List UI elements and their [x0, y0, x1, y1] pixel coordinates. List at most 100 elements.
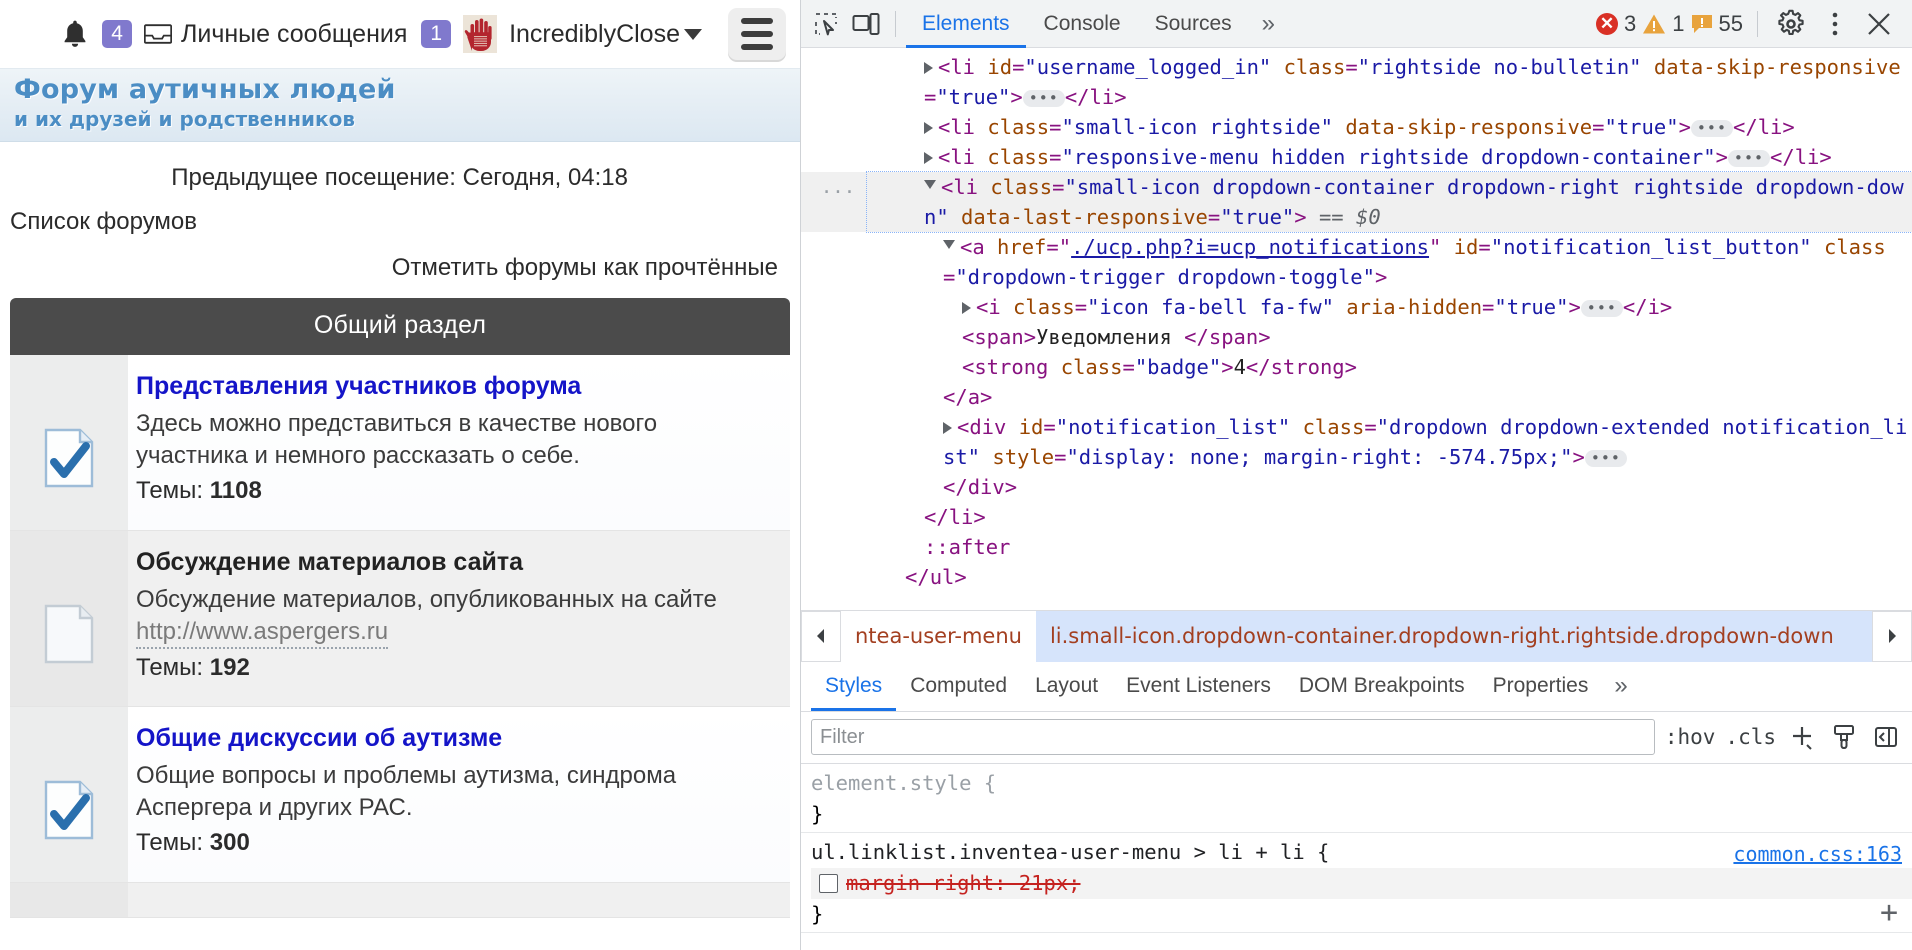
forum-row[interactable]: Представления участников форума Здесь мо…	[10, 355, 790, 531]
collapsed-children-icon[interactable]: •••	[1584, 449, 1627, 467]
forum-row[interactable]: Общие дискуссии об аутизме Общие вопросы…	[10, 707, 790, 883]
declaration-text[interactable]: margin-right: 21px;	[846, 868, 1081, 899]
style-rule[interactable]: ul.linklist.inventea-user-menu > li + li…	[801, 833, 1912, 933]
dom-tree-line[interactable]: <li class="responsive-menu hidden rights…	[801, 142, 1912, 172]
forum-title-link[interactable]: Представления участников форума	[136, 371, 774, 402]
expand-triangle-icon[interactable]	[924, 62, 933, 74]
dom-tree-line[interactable]: ... <li class="small-icon dropdown-contai…	[801, 171, 1912, 233]
tab-elements[interactable]: Elements	[906, 0, 1026, 48]
devtools-tabs: Elements Console Sources »	[906, 0, 1287, 48]
breadcrumb-item[interactable]: ntea-user-menu	[841, 610, 1036, 662]
dom-tree-line[interactable]: </div>	[801, 472, 1912, 502]
forum-row[interactable]	[10, 883, 790, 918]
dom-tree-line[interactable]: <span>Уведомления </span>	[801, 322, 1912, 352]
styles-filter-bar: :hov .cls	[801, 711, 1912, 764]
add-declaration-icon[interactable]: +	[1880, 897, 1898, 928]
sidebar-tab-styles[interactable]: Styles	[811, 661, 896, 711]
dom-tree-line[interactable]: <strong class="badge">4</strong>	[801, 352, 1912, 382]
forum-external-url[interactable]: http://www.aspergers.ru	[136, 616, 389, 650]
chevron-down-icon[interactable]	[684, 28, 702, 40]
expand-triangle-icon[interactable]	[962, 302, 971, 314]
collapsed-children-icon[interactable]: •••	[1727, 149, 1771, 167]
collapsed-children-icon[interactable]: •••	[1690, 119, 1733, 137]
style-rule[interactable]: element.style {}	[801, 764, 1912, 833]
tab-console[interactable]: Console	[1028, 0, 1137, 48]
declaration-enable-checkbox[interactable]	[819, 873, 838, 893]
dom-tree-line[interactable]: <li class="small-icon rightside" data-sk…	[801, 112, 1912, 142]
dom-tree-line[interactable]: <a href="./ucp.php?i=ucp_notifications" …	[801, 232, 1912, 292]
toggle-sidebar-icon[interactable]	[1870, 721, 1902, 753]
breadcrumb[interactable]: Список форумов	[0, 192, 800, 236]
styles-filter-input[interactable]	[811, 719, 1655, 755]
cls-toggle[interactable]: .cls	[1725, 725, 1776, 749]
expand-triangle-icon[interactable]	[943, 422, 952, 434]
more-vertical-icon[interactable]	[1816, 5, 1854, 43]
forum-icon	[10, 883, 128, 917]
styles-pane[interactable]: element.style {} ul.linklist.inventea-use…	[801, 763, 1912, 950]
dom-tree[interactable]: <li id="username_logged_in" class="right…	[801, 48, 1912, 610]
sidebar-tab-properties[interactable]: Properties	[1479, 661, 1603, 711]
chevrons-right-icon[interactable]: »	[1250, 10, 1287, 38]
code-token: >	[1568, 295, 1581, 319]
pseudo-element[interactable]: ::after	[924, 535, 1010, 559]
username-label[interactable]: IncrediblyClose	[509, 20, 680, 49]
device-toolbar-icon[interactable]	[847, 5, 885, 43]
style-source-link[interactable]: common.css:163	[1733, 839, 1902, 870]
code-token: id	[1453, 235, 1479, 259]
collapse-triangle-icon[interactable]	[924, 179, 936, 195]
sidebar-tab-computed[interactable]: Computed	[896, 661, 1021, 711]
info-count[interactable]: 55	[1691, 11, 1743, 37]
chevrons-right-icon[interactable]: »	[1602, 672, 1639, 700]
dom-tree-line[interactable]: ::after	[801, 532, 1912, 562]
dom-tree-line[interactable]: </a>	[801, 382, 1912, 412]
notifications-badge[interactable]: 4	[102, 19, 132, 49]
code-token: >	[1344, 355, 1357, 379]
forum-row[interactable]: Обсуждение материалов сайта Обсуждение м…	[10, 531, 790, 707]
forum-title-link[interactable]: Общие дискуссии об аутизме	[136, 723, 774, 754]
inspect-element-icon[interactable]	[807, 5, 845, 43]
code-token: div	[967, 475, 1005, 499]
forum-title[interactable]: Обсуждение материалов сайта	[136, 547, 774, 578]
code-token: <	[960, 235, 973, 259]
tab-sources[interactable]: Sources	[1139, 0, 1248, 48]
code-token: "true"	[936, 85, 1011, 109]
sidebar-tab-layout[interactable]: Layout	[1021, 661, 1112, 711]
style-rule-selector[interactable]: element.style {	[811, 768, 1912, 799]
dom-tree-line[interactable]: </ul>	[801, 562, 1912, 592]
plus-new-style-rule-icon[interactable]	[1786, 721, 1818, 753]
style-declaration[interactable]: margin-right: 21px;	[811, 867, 1912, 899]
forum-topics: Темы: 192	[136, 654, 774, 682]
site-banner[interactable]: Форум аутичных людей и их друзей и родст…	[0, 68, 800, 142]
error-count[interactable]: ✕ 3	[1596, 11, 1636, 37]
collapsed-children-icon[interactable]: •••	[1580, 299, 1623, 317]
dom-line-code: <li id="username_logged_in" class="right…	[867, 52, 1912, 112]
collapsed-children-icon[interactable]: •••	[1022, 89, 1065, 107]
dom-tree-line[interactable]: </li>	[801, 502, 1912, 532]
hov-toggle[interactable]: :hov	[1665, 725, 1716, 749]
private-messages-badge[interactable]: 1	[421, 19, 452, 49]
issue-counters: ✕ 3 1 55	[1596, 5, 1902, 43]
avatar[interactable]	[463, 15, 498, 53]
collapse-triangle-icon[interactable]	[943, 239, 955, 255]
dom-line-code: <div id="notification_list" class="dropd…	[867, 412, 1912, 472]
sidebar-tab-event-listeners[interactable]: Event Listeners	[1112, 661, 1285, 711]
expand-triangle-icon[interactable]	[924, 152, 933, 164]
bell-icon[interactable]	[62, 19, 88, 49]
sidebar-tab-dom-breakpoints[interactable]: DOM Breakpoints	[1285, 661, 1479, 711]
hamburger-menu-icon[interactable]	[728, 8, 786, 60]
close-icon[interactable]	[1860, 5, 1898, 43]
expand-triangle-icon[interactable]	[924, 122, 933, 134]
chevron-right-icon[interactable]	[1872, 610, 1912, 662]
dom-tree-line[interactable]: <li id="username_logged_in" class="right…	[801, 52, 1912, 112]
dom-tree-line[interactable]: <i class="icon fa-bell fa-fw" aria-hidde…	[801, 292, 1912, 322]
dom-line-code: <li class="responsive-menu hidden rights…	[867, 142, 1832, 172]
warning-count[interactable]: 1	[1642, 11, 1685, 37]
breadcrumb-item-selected[interactable]: li.small-icon.dropdown-container.dropdow…	[1035, 610, 1848, 662]
breadcrumb-scroller[interactable]: ntea-user-menu li.small-icon.dropdown-co…	[841, 610, 1872, 662]
mark-forums-read-link[interactable]: Отметить форумы как прочтённые	[0, 236, 800, 282]
gear-icon[interactable]	[1772, 5, 1810, 43]
chevron-left-icon[interactable]	[801, 610, 841, 662]
private-messages-link[interactable]: Личные сообщения	[143, 20, 407, 49]
dom-tree-line[interactable]: <div id="notification_list" class="dropd…	[801, 412, 1912, 472]
paint-brush-icon[interactable]	[1828, 721, 1860, 753]
